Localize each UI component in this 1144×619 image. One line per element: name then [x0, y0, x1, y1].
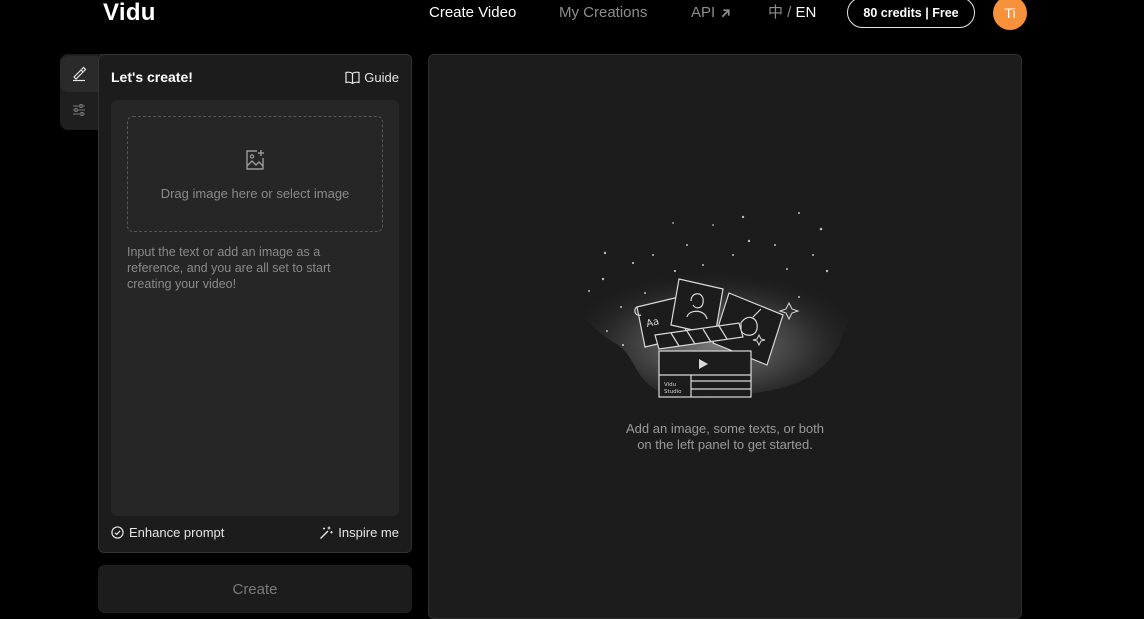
prompt-area[interactable]: Drag image here or select image Input th… [111, 100, 399, 516]
enhance-prompt-toggle[interactable]: Enhance prompt [111, 525, 224, 540]
magic-wand-icon [320, 526, 334, 539]
app-logo[interactable]: Vidu [103, 0, 156, 26]
guide-button[interactable]: Guide [345, 70, 399, 85]
brush-icon [73, 66, 87, 82]
sliders-icon [73, 104, 85, 116]
inspire-label: Inspire me [338, 525, 399, 540]
nav-create-video[interactable]: Create Video [429, 4, 516, 22]
lang-zh[interactable]: 中 [768, 4, 783, 21]
nav-my-creations[interactable]: My Creations [559, 4, 647, 22]
nav-api[interactable]: API [691, 4, 732, 22]
guide-label: Guide [364, 70, 399, 85]
language-switcher[interactable]: 中 / EN [768, 4, 816, 22]
nav-api-label: API [691, 4, 716, 21]
create-panel: Let's create! Guide Drag image here or s… [98, 54, 412, 553]
create-button[interactable]: Create [98, 565, 412, 613]
enhance-label: Enhance prompt [129, 525, 225, 540]
empty-state-line2: on the left panel to get started. [637, 437, 813, 452]
credits-button[interactable]: 80 credits | Free [847, 0, 975, 28]
empty-state-line1: Add an image, some texts, or both [626, 421, 824, 436]
preview-panel: Aa Vidu Studio Add an image, some texts,… [428, 54, 1022, 619]
image-dropzone[interactable]: Drag image here or select image [127, 116, 383, 232]
lang-en[interactable]: EN [796, 4, 817, 21]
inspire-me-button[interactable]: Inspire me [319, 525, 399, 540]
dropzone-text: Drag image here or select image [160, 186, 350, 201]
empty-state-text: Add an image, some texts, or both on the… [429, 421, 1021, 453]
empty-state-illustration: Aa Vidu Studio [570, 212, 860, 399]
arrow-up-right-icon [721, 8, 730, 17]
svg-text:Vidu: Vidu [664, 382, 676, 388]
check-circle-icon [111, 526, 124, 539]
book-icon [345, 71, 360, 84]
tab-settings[interactable] [60, 92, 98, 128]
svg-text:Studio: Studio [664, 389, 682, 395]
image-add-icon [246, 150, 264, 170]
user-avatar[interactable]: Ti [993, 0, 1027, 30]
tab-text-to-video[interactable] [60, 56, 98, 92]
prompt-placeholder[interactable]: Input the text or add an image as a refe… [127, 244, 357, 292]
panel-title: Let's create! [111, 69, 193, 85]
lang-separator: / [783, 4, 796, 21]
